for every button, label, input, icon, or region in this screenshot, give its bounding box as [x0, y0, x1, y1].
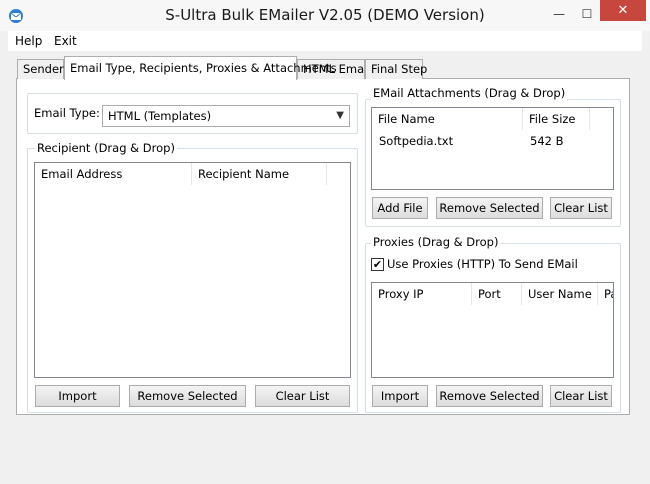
proxies-import-button[interactable]: Import	[372, 385, 428, 407]
use-proxies-label[interactable]: Use Proxies (HTTP) To Send EMail	[387, 257, 578, 271]
recipient-list[interactable]: Email Address Recipient Name	[34, 162, 351, 378]
column-user-name[interactable]: User Name	[522, 283, 598, 305]
chevron-down-icon: ▼	[336, 110, 344, 121]
recipient-legend: Recipient (Drag & Drop)	[35, 141, 177, 155]
email-type-selected-value: HTML (Templates)	[108, 109, 212, 123]
maximize-button[interactable]: ☐	[576, 5, 598, 23]
proxies-remove-selected-button[interactable]: Remove Selected	[436, 385, 543, 407]
proxies-clear-list-button[interactable]: Clear List	[550, 385, 612, 407]
use-proxies-checkbox[interactable]: ✔	[371, 258, 384, 271]
column-port[interactable]: Port	[472, 283, 522, 305]
menu-bar: Help Exit	[8, 31, 642, 51]
close-button[interactable]: ✕	[600, 0, 646, 21]
menu-help[interactable]: Help	[15, 34, 42, 48]
column-file-name[interactable]: File Name	[372, 108, 523, 130]
attachments-list[interactable]: File Name File Size Softpedia.txt 542 B	[371, 107, 614, 190]
attachments-legend: EMail Attachments (Drag & Drop)	[371, 86, 568, 100]
attachment-clear-list-button[interactable]: Clear List	[550, 197, 612, 219]
column-recipient-name[interactable]: Recipient Name	[192, 163, 327, 185]
recipient-remove-selected-button[interactable]: Remove Selected	[129, 385, 246, 407]
attachment-file-name[interactable]: Softpedia.txt	[379, 134, 453, 148]
tab-email-type-recipients[interactable]: Email Type, Recipients, Proxies & Attach…	[64, 56, 337, 80]
attachment-remove-selected-button[interactable]: Remove Selected	[436, 197, 543, 219]
proxies-legend: Proxies (Drag & Drop)	[371, 235, 501, 249]
attachment-file-size: 542 B	[530, 134, 564, 148]
minimize-button[interactable]: —	[546, 5, 572, 23]
email-type-select[interactable]: HTML (Templates) ▼	[102, 105, 350, 127]
column-proxy-ip[interactable]: Proxy IP	[372, 283, 472, 305]
tab-sender[interactable]: Sender	[17, 59, 64, 79]
checkmark-icon: ✔	[372, 258, 383, 271]
email-type-label: Email Type:	[34, 106, 100, 120]
recipient-clear-list-button[interactable]: Clear List	[255, 385, 350, 407]
proxies-list[interactable]: Proxy IP Port User Name Pa	[371, 282, 614, 378]
tab-final-step[interactable]: Final Step	[365, 59, 427, 79]
column-password[interactable]: Pa	[598, 283, 613, 305]
add-file-button[interactable]: Add File	[372, 197, 428, 219]
column-file-size[interactable]: File Size	[523, 108, 590, 130]
menu-exit[interactable]: Exit	[54, 34, 77, 48]
recipient-import-button[interactable]: Import	[35, 385, 120, 407]
column-email-address[interactable]: Email Address	[35, 163, 192, 185]
